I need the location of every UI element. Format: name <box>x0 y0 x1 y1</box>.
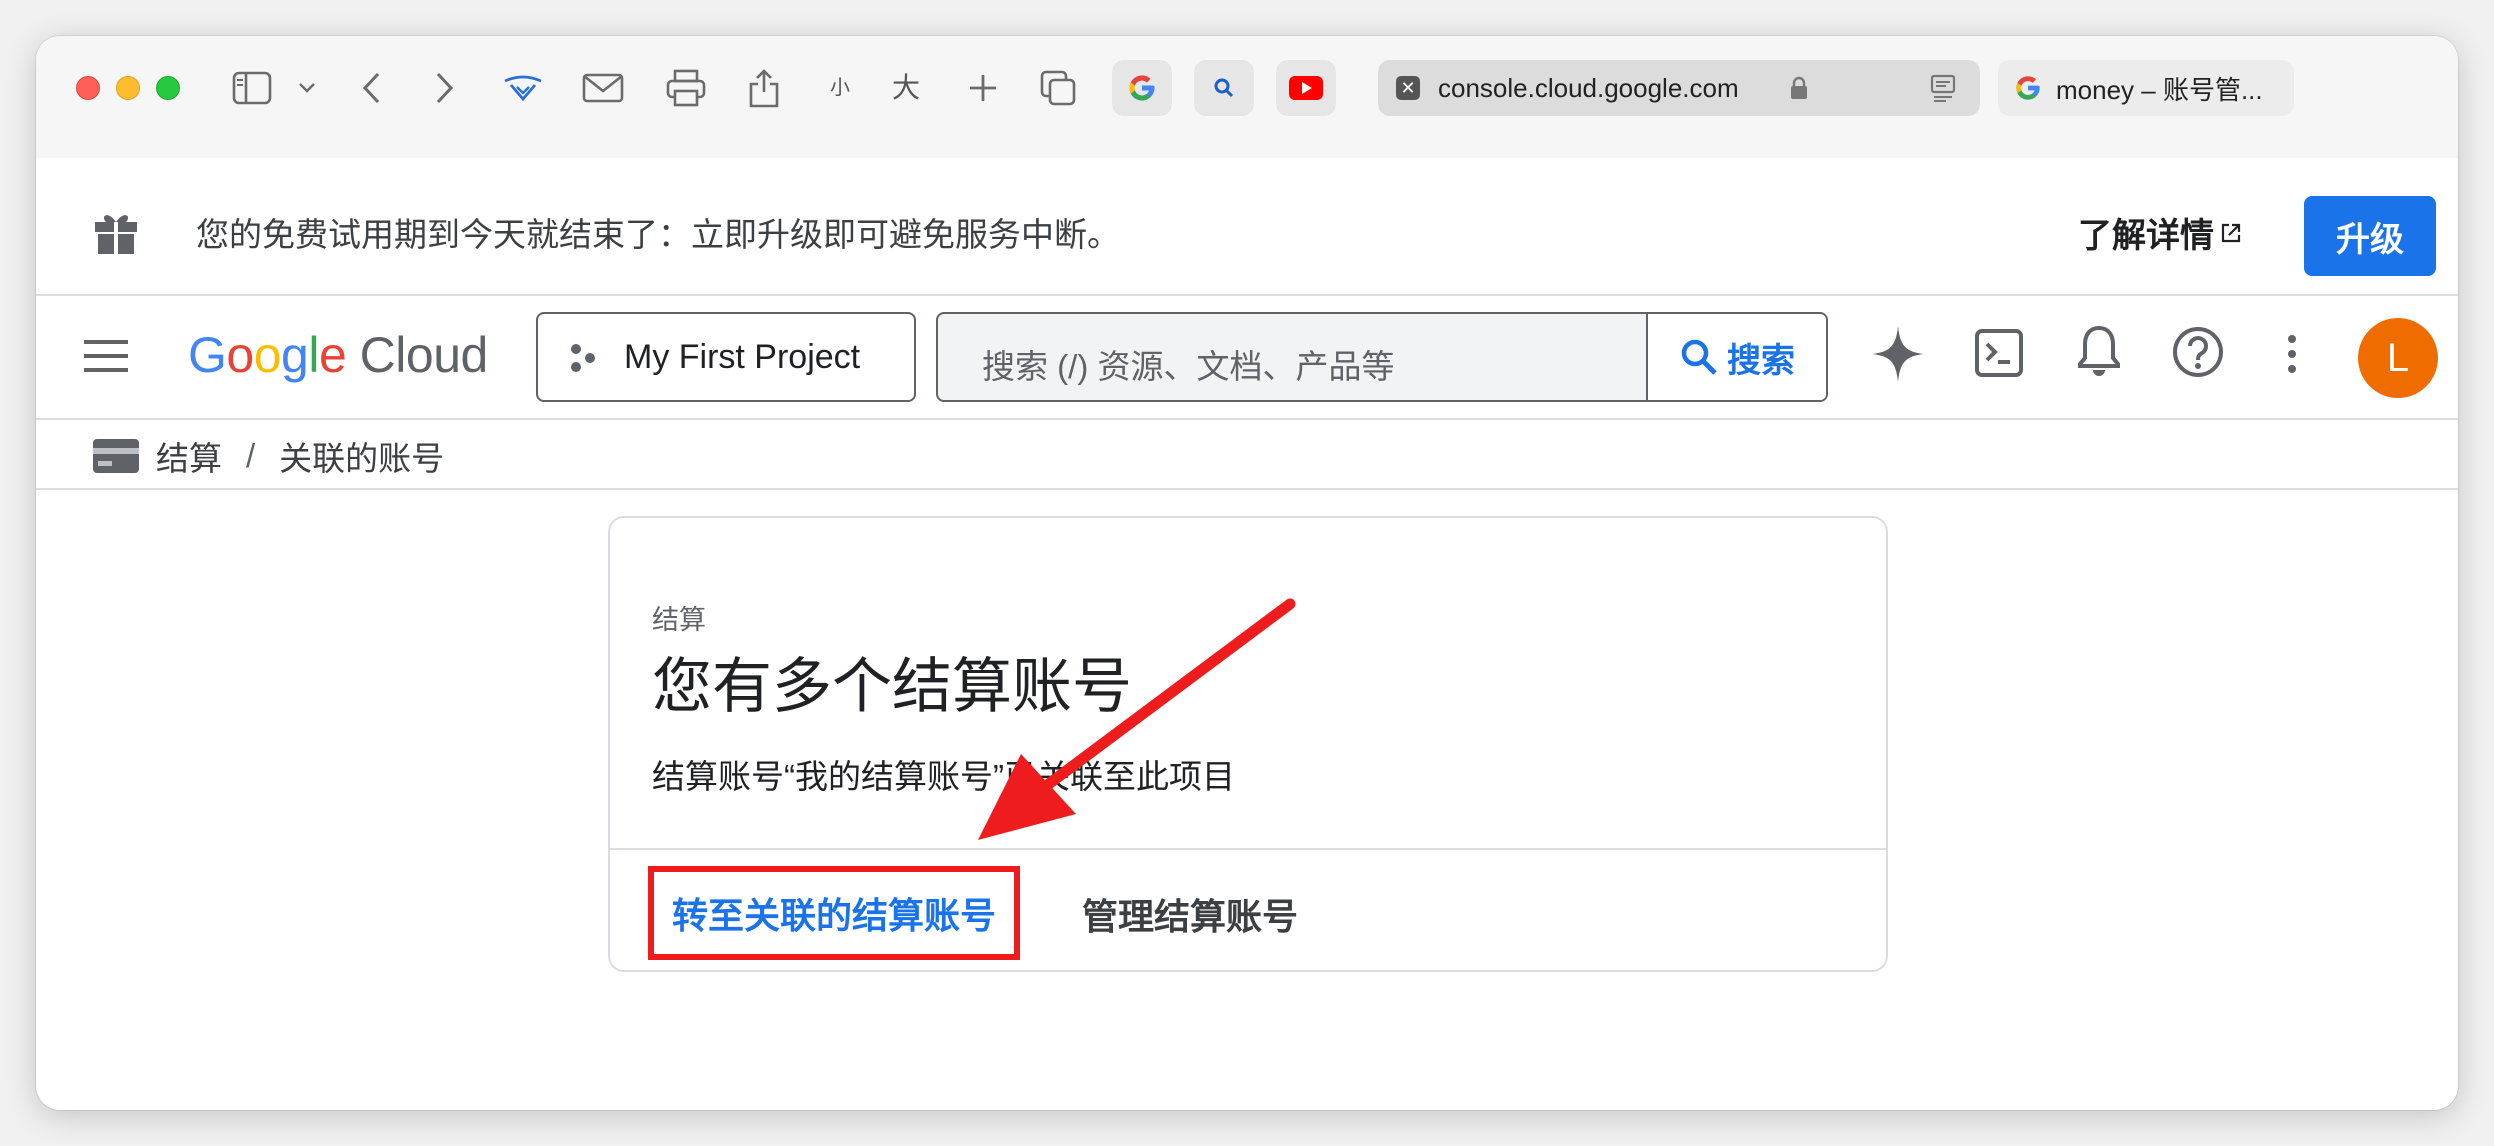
forward-icon[interactable] <box>434 72 454 104</box>
card-divider <box>610 848 1886 850</box>
card-body: 结算账号“我的结算账号”已关联至此项目 <box>652 758 1235 795</box>
external-link-icon <box>2221 223 2241 242</box>
search-button-label: 搜索 <box>1727 341 1795 380</box>
manage-billing-accounts-link[interactable]: 管理结算账号 <box>1082 888 1298 940</box>
gift-icon <box>92 208 140 261</box>
cloud-shell-icon[interactable] <box>1974 328 2024 383</box>
project-dots-icon <box>568 342 598 379</box>
reader-icon[interactable] <box>1930 74 1956 107</box>
google-cloud-logo[interactable]: Google Cloud <box>188 326 488 384</box>
lock-icon <box>1790 76 1808 105</box>
learn-more-link[interactable]: 了解详情 <box>2078 208 2242 257</box>
billing-card-icon <box>93 439 139 473</box>
search-icon <box>1214 78 1234 98</box>
tab-overview-icon[interactable] <box>1040 70 1076 106</box>
billing-card: 结算 您有多个结算账号 结算账号“我的结算账号”已关联至此项目 转至关联的结算账… <box>608 516 1888 972</box>
browser-toolbar: 小 大 ✕ console.cloud.google.com money – 账… <box>36 36 2458 158</box>
print-icon[interactable] <box>666 69 706 107</box>
notifications-bell-icon[interactable] <box>2076 322 2122 383</box>
upgrade-button[interactable]: 升级 <box>2304 196 2436 276</box>
breadcrumb-item-linked-account: 关联的账号 <box>279 440 445 477</box>
search-bar[interactable]: 搜索 (/) 资源、文档、产品等 搜索 <box>936 312 1828 402</box>
window-controls <box>76 76 180 100</box>
text-smaller-button[interactable]: 小 <box>830 78 850 98</box>
trial-message: 您的免费试用期到今天就结束了：立即升级即可避免服务中断。 <box>196 216 1120 253</box>
breadcrumb-separator: / <box>246 437 256 474</box>
sidebar-icon[interactable] <box>232 71 272 105</box>
menu-icon[interactable] <box>82 336 130 381</box>
search-favorite[interactable] <box>1194 60 1254 116</box>
card-title: 您有多个结算账号 <box>652 653 1132 720</box>
close-window-button[interactable] <box>76 76 100 100</box>
breadcrumb-item-billing[interactable]: 结算 <box>156 432 222 480</box>
chevron-down-icon[interactable] <box>298 82 316 94</box>
search-button[interactable]: 搜索 <box>1646 314 1826 400</box>
help-icon[interactable] <box>2172 326 2224 383</box>
google-g-icon <box>1129 75 1155 101</box>
tab-money-account[interactable]: money – 账号管... <box>1998 60 2294 116</box>
new-tab-icon[interactable] <box>968 73 998 103</box>
google-favorite[interactable] <box>1112 60 1172 116</box>
google-g-icon <box>2014 74 2042 107</box>
address-bar[interactable]: ✕ console.cloud.google.com <box>1378 60 1980 116</box>
go-to-linked-billing-account-link[interactable]: 转至关联的结算账号 <box>648 866 1020 960</box>
youtube-icon <box>1289 76 1323 100</box>
back-icon[interactable] <box>362 72 382 104</box>
wifi-shield-icon[interactable] <box>502 73 544 103</box>
learn-more-label: 了解详情 <box>2078 217 2214 255</box>
breadcrumb-bar: 结算 / 关联的账号 <box>36 420 2458 490</box>
close-tab-icon[interactable]: ✕ <box>1396 76 1420 100</box>
more-vert-icon[interactable] <box>2286 334 2298 379</box>
zoom-window-button[interactable] <box>156 76 180 100</box>
youtube-favorite[interactable] <box>1276 60 1336 116</box>
trial-banner: 您的免费试用期到今天就结束了：立即升级即可避免服务中断。 了解详情 升级 <box>36 158 2458 296</box>
gemini-sparkle-icon[interactable] <box>1870 324 1926 389</box>
card-eyebrow: 结算 <box>652 605 706 635</box>
search-icon <box>1681 339 1717 375</box>
tab-title: money – 账号管... <box>2056 74 2263 105</box>
breadcrumb: 结算 / 关联的账号 <box>92 432 444 480</box>
share-icon[interactable] <box>748 68 780 108</box>
mail-icon[interactable] <box>582 73 624 103</box>
console-header: Google Cloud My First Project 搜索 (/) 资源、… <box>36 296 2458 420</box>
text-larger-button[interactable]: 大 <box>892 74 920 102</box>
project-name: My First Project <box>624 337 861 376</box>
project-picker[interactable]: My First Project <box>536 312 916 402</box>
address-url: console.cloud.google.com <box>1438 72 1739 103</box>
search-input[interactable]: 搜索 (/) 资源、文档、产品等 <box>982 340 1394 388</box>
account-avatar[interactable]: L <box>2358 318 2438 398</box>
minimize-window-button[interactable] <box>116 76 140 100</box>
browser-window: 小 大 ✕ console.cloud.google.com money – 账… <box>36 36 2458 1110</box>
